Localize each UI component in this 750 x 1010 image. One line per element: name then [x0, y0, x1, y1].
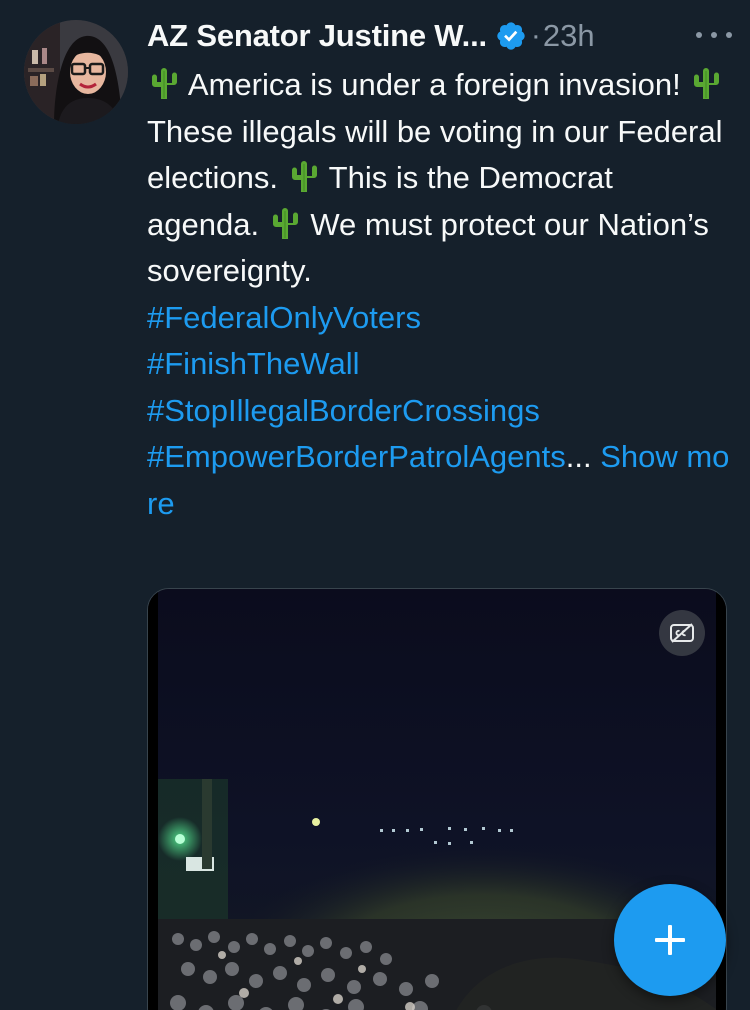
- hashtag-list: #FederalOnlyVoters #FinishTheWall #StopI…: [147, 295, 732, 528]
- author-avatar[interactable]: [24, 20, 128, 124]
- tweet-header: AZ Senator Justine W... · 23h: [147, 14, 732, 58]
- plus-icon: [655, 925, 685, 955]
- hashtag-empower-border-patrol-agents[interactable]: #EmpowerBorderPatrolAgents: [147, 439, 566, 474]
- tweet-body: America is under a foreign invasion! The…: [147, 62, 732, 527]
- tweet[interactable]: AZ Senator Justine W... · 23h America is…: [0, 0, 750, 1010]
- tweet-text: America is under a foreign invasion! The…: [147, 62, 732, 295]
- cactus-emoji-icon: [268, 205, 302, 241]
- hashtag-finish-the-wall[interactable]: #FinishTheWall: [147, 341, 732, 388]
- compose-button[interactable]: [614, 884, 726, 996]
- timestamp[interactable]: 23h: [543, 18, 595, 54]
- hashtag-stop-illegal-border-crossings[interactable]: #StopIllegalBorderCrossings: [147, 388, 732, 435]
- captions-off-icon[interactable]: [659, 610, 705, 656]
- cactus-emoji-icon: [147, 65, 181, 101]
- cactus-emoji-icon: [689, 65, 723, 101]
- cactus-emoji-icon: [287, 158, 321, 194]
- verified-badge-icon: [495, 20, 527, 52]
- author-name[interactable]: AZ Senator Justine W...: [147, 18, 487, 54]
- hashtag-federal-only-voters[interactable]: #FederalOnlyVoters: [147, 295, 732, 342]
- separator-dot: ·: [530, 19, 541, 52]
- tweet-text-line-1: America is under a foreign invasion!: [187, 67, 681, 102]
- more-options-icon[interactable]: [696, 20, 732, 50]
- truncation-ellipsis: ...: [565, 439, 592, 474]
- last-hashtag-line: #EmpowerBorderPatrolAgents... Show more: [147, 434, 732, 527]
